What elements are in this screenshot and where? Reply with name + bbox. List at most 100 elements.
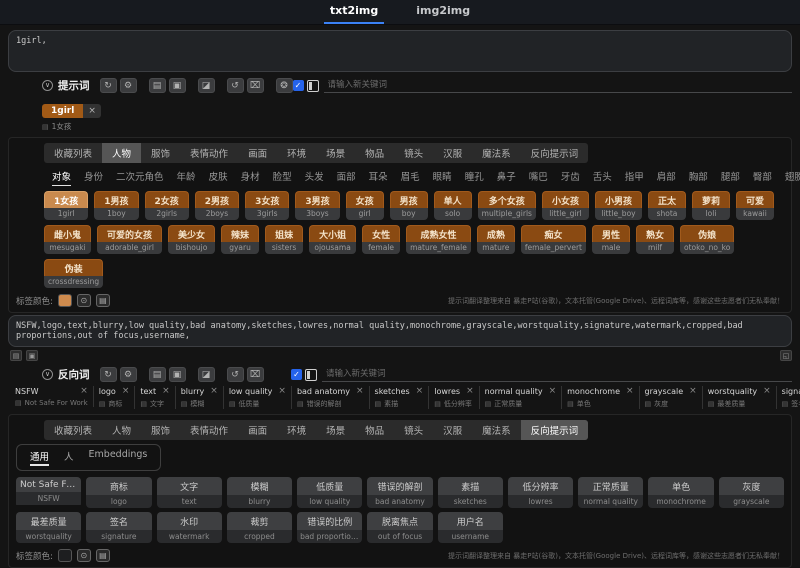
remove-tag-icon[interactable]: × bbox=[83, 104, 101, 118]
prompt-tag[interactable]: 正太 shota bbox=[647, 191, 686, 220]
prompt-tag[interactable]: 成熟 mature bbox=[476, 225, 515, 254]
prompt-tag[interactable]: 2女孩 2girls bbox=[144, 191, 189, 220]
category-tab[interactable]: 收藏列表 bbox=[44, 143, 102, 163]
negative-subtab[interactable]: 通用 bbox=[30, 449, 50, 466]
negative-tag[interactable]: 低质量 low quality bbox=[297, 477, 363, 508]
trash-icon[interactable]: ⌧ bbox=[246, 78, 264, 93]
prompt-tag[interactable]: 可爱 kawaii bbox=[736, 191, 775, 220]
category-tab[interactable]: 物品 bbox=[355, 143, 394, 163]
remove-tag-icon[interactable]: × bbox=[162, 386, 170, 396]
category-tab[interactable]: 服饰 bbox=[141, 143, 180, 163]
subcategory-tab[interactable]: 鼻子 bbox=[497, 169, 516, 186]
category-tab[interactable]: 汉服 bbox=[433, 143, 472, 163]
palette-icon[interactable]: ▤ bbox=[95, 549, 110, 562]
remove-tag-icon[interactable]: × bbox=[122, 386, 130, 396]
translate-icon[interactable]: ❂ bbox=[275, 78, 293, 93]
prompt-tag[interactable]: 男性 male bbox=[592, 225, 631, 254]
prompt-tag[interactable]: 女性 female bbox=[362, 225, 401, 254]
clipboard-icon[interactable]: ▤ bbox=[10, 350, 22, 361]
collapse-section-icon[interactable]: ∨ bbox=[42, 369, 53, 380]
negative-tag-label[interactable]: NSFW bbox=[15, 387, 39, 396]
subcategory-tab[interactable]: 舌头 bbox=[593, 169, 612, 186]
negative-tag-label[interactable]: monochrome bbox=[567, 387, 620, 396]
negative-tag-label[interactable]: worstquality bbox=[708, 387, 757, 396]
refresh-icon[interactable]: ↻ bbox=[99, 78, 117, 93]
category-tab[interactable]: 场景 bbox=[316, 143, 355, 163]
negative-tag-label[interactable]: normal quality bbox=[485, 387, 543, 396]
category-tab[interactable]: 人物 bbox=[102, 143, 142, 163]
image-icon[interactable]: ◪ bbox=[197, 78, 215, 93]
subcategory-tab[interactable]: 头发 bbox=[305, 169, 324, 186]
category-tab[interactable]: 场景 bbox=[316, 420, 355, 440]
remove-tag-icon[interactable]: × bbox=[416, 386, 424, 396]
settings-icon[interactable]: ⚙ bbox=[119, 367, 137, 382]
negative-tag[interactable]: 文字 text bbox=[156, 477, 222, 508]
notebook-icon[interactable]: ▣ bbox=[168, 367, 186, 382]
negative-tag[interactable]: 灰度 grayscale bbox=[718, 477, 784, 508]
category-tab[interactable]: 镜头 bbox=[394, 420, 433, 440]
prompt-tag[interactable]: 大小姐 ojousama bbox=[309, 225, 357, 254]
color-swatch[interactable] bbox=[57, 549, 72, 562]
negative-tag[interactable]: 素描 sketches bbox=[437, 477, 503, 508]
subcategory-tab[interactable]: 对象 bbox=[52, 169, 72, 186]
remove-tag-icon[interactable]: × bbox=[466, 386, 474, 396]
notebook-icon[interactable]: ▣ bbox=[168, 78, 186, 93]
category-tab[interactable]: 反向提示词 bbox=[520, 420, 589, 440]
prompt-tag[interactable]: 多个女孩 multiple_girls bbox=[477, 191, 536, 220]
prompt-tag[interactable]: 辣妹 gyaru bbox=[221, 225, 260, 254]
category-tab[interactable]: 表情动作 bbox=[180, 143, 238, 163]
prompt-tag[interactable]: 痴女 female_pervert bbox=[520, 225, 586, 254]
negative-tag[interactable]: 用户名 username bbox=[437, 512, 503, 543]
subcategory-tab[interactable]: 眼睛 bbox=[433, 169, 452, 186]
negative-tag-label[interactable]: grayscale bbox=[645, 387, 684, 396]
subcategory-tab[interactable]: 年龄 bbox=[177, 169, 196, 186]
refresh-icon[interactable]: ↻ bbox=[99, 367, 117, 382]
subcategory-tab[interactable]: 皮肤 bbox=[209, 169, 228, 186]
new-keyword-input[interactable] bbox=[323, 78, 792, 93]
negative-tag[interactable]: 低分辨率 lowres bbox=[507, 477, 574, 508]
subcategory-tab[interactable]: 嘴巴 bbox=[529, 169, 548, 186]
category-tab[interactable]: 表情动作 bbox=[180, 420, 238, 440]
prompt-tag[interactable]: 伪装 crossdressing bbox=[44, 259, 104, 288]
image-icon[interactable]: ◪ bbox=[197, 367, 215, 382]
subcategory-tab[interactable]: 肩部 bbox=[657, 169, 676, 186]
prompt-tag[interactable]: 3男孩 3boys bbox=[295, 191, 340, 220]
negative-tag-label[interactable]: logo bbox=[99, 387, 116, 396]
negative-tag[interactable]: 模糊 blurry bbox=[226, 477, 293, 508]
negative-tag[interactable]: 错误的比例 bad proportions bbox=[297, 512, 363, 543]
prompt-tag[interactable]: 2男孩 2boys bbox=[194, 191, 240, 220]
palette-icon[interactable]: ▤ bbox=[95, 294, 110, 307]
prompt-tag[interactable]: 可爱的女孩 adorable_girl bbox=[97, 225, 163, 254]
prompt-tag[interactable]: 男孩 boy bbox=[389, 191, 428, 220]
collapse-section-icon[interactable]: ∨ bbox=[42, 80, 53, 91]
tab-txt2img[interactable]: txt2img bbox=[323, 0, 385, 24]
category-tab[interactable]: 魔法系 bbox=[472, 143, 521, 163]
subcategory-tab[interactable]: 牙齿 bbox=[561, 169, 580, 186]
subcategory-tab[interactable]: 身份 bbox=[84, 169, 103, 186]
prompt-tag[interactable]: 伪娘 otoko_no_ko bbox=[680, 225, 735, 254]
negative-tag[interactable]: 单色 monochrome bbox=[648, 477, 714, 508]
category-tab[interactable]: 人物 bbox=[102, 420, 141, 440]
prompt-tag[interactable]: 小女孩 little_girl bbox=[541, 191, 589, 220]
prompt-tag[interactable]: 3女孩 3girls bbox=[245, 191, 290, 220]
negative-tag[interactable]: 正常质量 normal quality bbox=[578, 477, 644, 508]
subcategory-tab[interactable]: 指甲 bbox=[625, 169, 644, 186]
new-keyword-input[interactable] bbox=[322, 367, 792, 382]
settings-icon[interactable]: ⚙ bbox=[119, 78, 137, 93]
subcategory-tab[interactable]: 二次元角色 bbox=[116, 169, 164, 186]
negative-tag[interactable]: 脱离焦点 out of focus bbox=[367, 512, 433, 543]
subcategory-tab[interactable]: 腿部 bbox=[721, 169, 740, 186]
prompt-tag[interactable]: 小男孩 little_boy bbox=[594, 191, 642, 220]
negative-tag-label[interactable]: bad anatomy bbox=[297, 387, 350, 396]
category-tab[interactable]: 画面 bbox=[238, 143, 277, 163]
negative-tag-label[interactable]: text bbox=[140, 387, 156, 396]
negative-tag-label[interactable]: lowres bbox=[434, 387, 460, 396]
prompt-tag[interactable]: 美少女 bishoujo bbox=[168, 225, 216, 254]
negative-tag[interactable]: 裁剪 cropped bbox=[226, 512, 293, 543]
remove-tag-icon[interactable]: × bbox=[549, 386, 557, 396]
color-swatch[interactable] bbox=[57, 294, 72, 307]
subcategory-tab[interactable]: 面部 bbox=[337, 169, 356, 186]
prompt-tag[interactable]: 萝莉 loli bbox=[691, 191, 730, 220]
category-tab[interactable]: 环境 bbox=[277, 420, 316, 440]
save-icon[interactable]: ▤ bbox=[148, 367, 166, 382]
